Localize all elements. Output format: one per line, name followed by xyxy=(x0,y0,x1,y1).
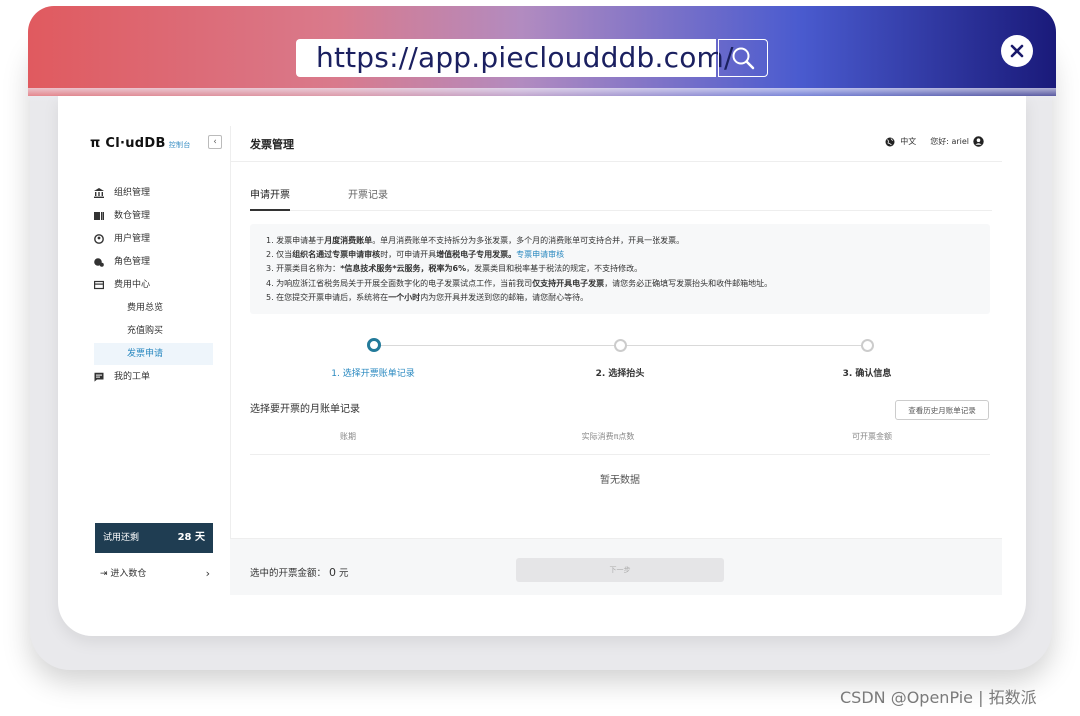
notice-line-5: 5. 在您提交开票申请后，系统将在一个小时内为您开具并发送到您的邮箱，请您耐心等… xyxy=(266,292,589,302)
invoice-notice: 1. 发票申请基于月度消费账单。单月消费账单不支持拆分为多张发票，多个月的消费账… xyxy=(250,224,990,314)
step-1-label: 1. 选择开票账单记录 xyxy=(331,369,415,379)
app-content: π Cl·udDB 控制台 ‹ 组织管理 数仓管理 用户管理 角色管理 费用中心… xyxy=(80,126,1002,595)
sidebar-item-billing[interactable]: 费用中心 xyxy=(94,274,214,296)
role-icon xyxy=(94,257,104,267)
sidebar-item-users[interactable]: 用户管理 xyxy=(94,228,214,250)
top-right-controls: 中文 您好: ariel xyxy=(885,136,984,147)
chevron-left-icon: ‹ xyxy=(213,137,217,147)
step-3-dot xyxy=(861,339,874,352)
notice-line-3: 3. 开票类目名称为：*信息技术服务*云服务，税率为6%，发票类目和税率基于税法… xyxy=(266,264,643,274)
sidebar-subitem-recharge[interactable]: 充值购买 xyxy=(94,320,213,342)
sidebar-item-org[interactable]: 组织管理 xyxy=(94,182,214,204)
database-icon xyxy=(94,211,104,221)
selected-amount: 选中的开票金额： 0 元 xyxy=(250,566,349,579)
special-invoice-review-link[interactable]: 专票申请审核 xyxy=(516,250,564,259)
enter-icon: ⇥ xyxy=(100,569,108,579)
url-bar[interactable]: https://app.piecloudddb.com/ xyxy=(296,39,733,77)
sidebar-subitem-invoice[interactable]: 发票申请 xyxy=(94,343,213,365)
column-header-consumption: 实际消费π点数 xyxy=(581,432,635,441)
tab-apply-invoice[interactable]: 申请开票 xyxy=(250,186,290,211)
section-title: 选择要开票的月账单记录 xyxy=(250,404,360,415)
sidebar-item-warehouse[interactable]: 数仓管理 xyxy=(94,205,214,227)
user-greeting[interactable]: 您好: ariel xyxy=(930,136,969,147)
next-step-button[interactable]: 下一步 xyxy=(516,558,724,582)
close-button[interactable] xyxy=(1001,35,1033,67)
url-search-button[interactable] xyxy=(718,39,768,77)
user-avatar-icon[interactable] xyxy=(973,136,984,147)
watermark: CSDN @OpenPie | 拓数派 xyxy=(840,688,1037,707)
bank-icon xyxy=(94,188,104,198)
top-bar: 发票管理 中文 您好: ariel xyxy=(230,126,1002,162)
collapse-sidebar-button[interactable]: ‹ xyxy=(208,135,222,149)
sidebar-subitem-overview[interactable]: 费用总览 xyxy=(94,297,213,319)
empty-state: 暂无数据 xyxy=(600,475,640,486)
step-2-label: 2. 选择抬头 xyxy=(595,369,645,379)
tab-invoice-records[interactable]: 开票记录 xyxy=(348,186,388,209)
user-circle-icon xyxy=(94,234,104,244)
globe-icon[interactable] xyxy=(885,137,895,147)
progress-steps: 1. 选择开票账单记录 2. 选择抬头 3. 确认信息 xyxy=(250,336,990,386)
notice-line-1: 1. 发票申请基于月度消费账单。单月消费账单不支持拆分为多张发票，多个月的消费账… xyxy=(266,236,685,245)
view-history-bills-button[interactable]: 查看历史月账单记录 xyxy=(895,400,989,420)
sidebar-item-roles[interactable]: 角色管理 xyxy=(94,251,214,273)
chevron-right-icon: › xyxy=(205,567,210,580)
trial-remaining-banner: 试用还剩 28 天 xyxy=(95,523,213,553)
sidebar-item-tickets[interactable]: 我的工单 xyxy=(94,366,214,388)
search-icon xyxy=(732,47,755,70)
notice-line-2: 2. 仅当组织名通过专票申请审核时，可申请开具增值税电子专用发票。专票申请审核 xyxy=(266,250,565,260)
enter-warehouse-link[interactable]: ⇥ 进入数仓 › xyxy=(100,567,210,581)
invoice-tabs: 申请开票 开票记录 xyxy=(250,186,992,211)
trial-days: 28 天 xyxy=(177,532,205,543)
page-title: 发票管理 xyxy=(250,138,294,151)
notice-line-4: 4. 为响应浙江省税务局关于开展全面数字化的电子发票试点工作，当前我司仅支持开具… xyxy=(266,278,773,288)
app-window: π Cl·udDB 控制台 ‹ 组织管理 数仓管理 用户管理 角色管理 费用中心… xyxy=(58,96,1026,636)
sidebar: π Cl·udDB 控制台 ‹ 组织管理 数仓管理 用户管理 角色管理 费用中心… xyxy=(80,126,231,594)
column-header-period: 账期 xyxy=(340,432,356,441)
close-icon xyxy=(1010,44,1024,58)
step-1-dot xyxy=(367,338,381,352)
step-3-label: 3. 确认信息 xyxy=(842,369,892,379)
footer-bar: 选中的开票金额： 0 元 下一步 xyxy=(230,538,1002,595)
ticket-icon xyxy=(94,372,104,382)
app-logo[interactable]: π Cl·udDB 控制台 xyxy=(90,136,191,151)
column-header-invoiceable-amount: 可开票金额 xyxy=(852,432,892,441)
step-2-dot xyxy=(614,339,627,352)
language-switch[interactable]: 中文 xyxy=(900,136,916,147)
card-icon xyxy=(94,280,104,290)
